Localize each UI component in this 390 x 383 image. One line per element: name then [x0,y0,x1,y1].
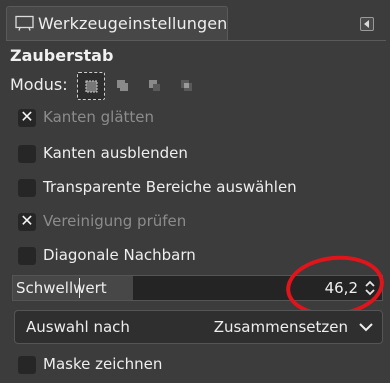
mode-subtract-button[interactable] [141,72,169,100]
intersect-selection-icon [181,80,192,91]
check-icon: ✕ [20,211,34,230]
sample-merged-checkbox[interactable]: ✕ [18,211,36,231]
feather-edges-checkbox[interactable] [18,145,36,163]
subtract-selection-icon [149,80,160,91]
option-label: Vereinigung prüfen [43,212,187,230]
mode-add-button[interactable] [109,72,137,100]
draw-mask-checkbox[interactable] [18,356,36,374]
tool-name: Zauberstab [10,46,114,65]
dock-titlebar: Werkzeugeinstellungen [0,0,390,40]
add-selection-icon [117,80,128,91]
threshold-label: Schwellwert [16,279,107,297]
antialiasing-checkbox[interactable]: ✕ [18,107,36,127]
option-label: Transparente Bereiche auswählen [43,178,297,196]
tool-options-tab[interactable]: Werkzeugeinstellungen [6,6,228,40]
option-label: Diagonale Nachbarn [43,246,196,264]
option-label: Maske zeichnen [43,355,163,373]
select-transparent-checkbox[interactable] [18,179,36,197]
panel-title: Werkzeugeinstellungen [38,14,228,33]
mode-intersect-button[interactable] [173,72,201,100]
select-by-label: Auswahl nach [26,318,130,336]
tool-options-panel: Werkzeugeinstellungen Zauberstab Modus: … [0,0,390,383]
dock-menu-icon[interactable] [360,17,374,31]
select-by-dropdown[interactable]: Auswahl nach Zusammensetzen [14,310,383,344]
tool-options-icon [15,15,34,31]
check-icon: ✕ [20,107,34,126]
mode-replace-button[interactable] [77,72,105,100]
option-label: Kanten ausblenden [43,144,188,162]
select-by-value: Zusammensetzen [213,318,348,336]
option-label: Kanten glätten [43,108,155,126]
replace-selection-icon [85,80,98,93]
mode-label: Modus: [10,75,68,94]
diagonal-neighbors-checkbox[interactable] [18,247,36,265]
divider [6,40,386,41]
chevron-down-icon [359,323,373,332]
